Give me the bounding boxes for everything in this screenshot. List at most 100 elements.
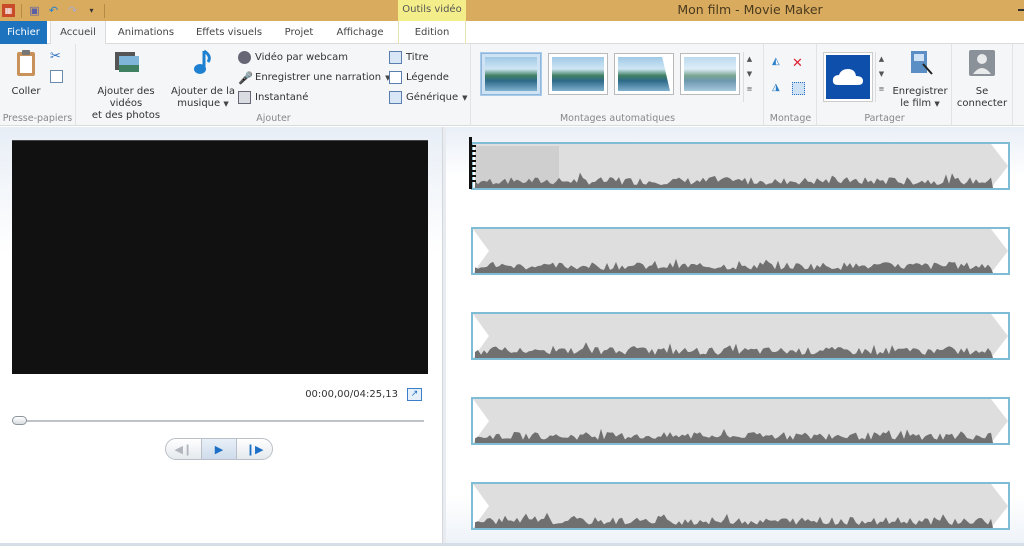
scroll-up-icon[interactable]: ▲	[876, 52, 887, 67]
group-label-automovie: Montages automatiques	[559, 113, 676, 124]
save-icon[interactable]: ▣	[28, 4, 41, 17]
ribbon-tabs: Fichier Accueil Animations Effets visuel…	[0, 21, 1024, 45]
previous-frame-icon: ◀❙	[174, 442, 193, 456]
cloud-icon	[832, 69, 863, 85]
music-note-icon	[194, 49, 211, 74]
audio-clip-track[interactable]	[471, 482, 1010, 530]
sign-in-label-1: Se	[975, 86, 989, 97]
timecode: 00:00,00/04:25,13	[305, 389, 398, 400]
group-signin: Se connecter	[953, 44, 1013, 126]
redo-icon[interactable]: ↷	[66, 4, 79, 17]
group-editing: ◭ ✕ ◮ Montage	[765, 44, 817, 126]
expand-arrow-icon: ↗	[410, 389, 419, 399]
snapshot-button[interactable]: Instantané	[238, 91, 308, 104]
audio-clip-track[interactable]	[471, 397, 1010, 445]
onedrive-button[interactable]	[823, 52, 873, 102]
seek-thumb[interactable]	[12, 416, 27, 425]
group-label-add: Ajouter	[256, 113, 291, 124]
playback-controls: ◀❙ ▶ ❙▶	[165, 438, 273, 460]
snapshot-icon	[238, 91, 251, 104]
tab-accueil[interactable]: Accueil	[50, 21, 106, 45]
qat-separator	[104, 3, 105, 18]
playhead-ticks	[472, 145, 476, 185]
group-label-share: Partager	[864, 113, 905, 124]
automovie-theme-4[interactable]	[680, 53, 740, 95]
scroll-down-icon[interactable]: ▼	[744, 67, 755, 82]
add-videos-label-1: Ajouter des vidéos	[97, 86, 155, 109]
select-all-button[interactable]	[792, 82, 805, 95]
add-music-button[interactable]: Ajouter de la musique ▼	[170, 48, 236, 110]
automovie-theme-3[interactable]	[614, 53, 674, 95]
title-label: Titre	[406, 52, 429, 63]
qat-separator	[21, 3, 22, 18]
tab-effets-visuels[interactable]: Effets visuels	[188, 21, 270, 44]
add-music-label-1: Ajouter de la	[170, 86, 236, 97]
sign-in-label-2: connecter	[956, 98, 1008, 109]
credits-icon	[389, 91, 402, 104]
automovie-theme-2[interactable]	[548, 53, 608, 95]
remove-button[interactable]: ✕	[792, 56, 805, 71]
tab-animations[interactable]: Animations	[110, 21, 182, 44]
share-scroll[interactable]: ▲ ▼ ≡	[875, 52, 887, 102]
add-music-label-2: musique	[177, 98, 221, 109]
gallery-scroll[interactable]: ▲ ▼ ≡	[743, 52, 755, 102]
title-icon	[389, 51, 402, 64]
group-share: ▲ ▼ ≡ Enregistrer le film ▼ Partager	[818, 44, 952, 126]
microphone-icon: 🎤	[238, 71, 253, 85]
cut-button[interactable]: ✂	[50, 49, 63, 64]
audio-clip-track[interactable]	[471, 312, 1010, 360]
play-button[interactable]: ▶	[200, 439, 238, 459]
next-frame-button[interactable]: ❙▶	[237, 439, 272, 459]
tab-edition[interactable]: Edition	[398, 21, 466, 44]
video-preview[interactable]	[12, 140, 428, 374]
sign-in-button[interactable]: Se connecter	[953, 48, 1011, 110]
credits-button[interactable]: Générique ▼	[389, 91, 468, 104]
title-button[interactable]: Titre	[389, 51, 429, 64]
paste-button[interactable]: Coller	[6, 48, 46, 98]
gallery-expand-icon[interactable]: ≡	[744, 82, 755, 97]
webcam-icon	[238, 51, 251, 64]
tab-affichage[interactable]: Affichage	[328, 21, 392, 44]
previous-frame-button[interactable]: ◀❙	[166, 439, 201, 459]
copy-button[interactable]	[50, 70, 63, 83]
group-add: Ajouter des vidéos et des photos Ajouter…	[77, 44, 471, 126]
save-movie-label-2: le film	[900, 98, 932, 109]
customize-qat-icon[interactable]: ▾	[85, 4, 98, 17]
tab-fichier[interactable]: Fichier	[0, 21, 47, 44]
ribbon: Coller ✂ Presse-papiers Ajouter des vidé…	[0, 44, 1024, 126]
group-label-editing: Montage	[769, 113, 812, 124]
audio-clip-track[interactable]	[471, 142, 1010, 190]
rotate-left-icon: ◭	[772, 56, 780, 67]
undo-icon[interactable]: ↶	[47, 4, 60, 17]
webcam-label: Vidéo par webcam	[255, 52, 349, 63]
automovie-gallery	[480, 51, 741, 101]
add-videos-photos-button[interactable]: Ajouter des vidéos et des photos	[80, 48, 172, 122]
caption-button[interactable]: Légende	[389, 71, 449, 84]
rotate-right-button[interactable]: ◮	[772, 82, 785, 95]
fullscreen-button[interactable]: ↗	[407, 388, 422, 401]
minimize-button[interactable]	[1018, 9, 1024, 11]
audio-clip-track[interactable]	[471, 227, 1010, 275]
seek-bar[interactable]	[12, 420, 424, 422]
app-icon[interactable]: ▦	[2, 4, 15, 17]
scissors-icon: ✂	[50, 49, 61, 64]
dropdown-arrow-icon: ▼	[223, 100, 229, 108]
gallery-expand-icon[interactable]: ≡	[876, 82, 887, 97]
rotate-left-button[interactable]: ◭	[772, 56, 785, 69]
film-photo-icon	[115, 52, 139, 72]
webcam-video-button[interactable]: Vidéo par webcam	[238, 51, 348, 64]
group-label-clipboard: Presse-papiers	[2, 113, 73, 124]
quick-access-toolbar: ▦ ▣ ↶ ↷ ▾	[0, 0, 105, 21]
automovie-theme-1[interactable]	[480, 52, 542, 96]
save-movie-button[interactable]: Enregistrer le film ▼	[888, 48, 952, 110]
record-narration-button[interactable]: 🎤 Enregistrer une narration ▼	[238, 71, 390, 85]
next-frame-icon: ❙▶	[245, 442, 264, 456]
scroll-up-icon[interactable]: ▲	[744, 52, 755, 67]
scroll-down-icon[interactable]: ▼	[876, 67, 887, 82]
dropdown-arrow-icon: ▼	[934, 100, 940, 108]
select-all-icon	[792, 82, 805, 95]
narration-label: Enregistrer une narration	[255, 72, 382, 83]
tab-projet[interactable]: Projet	[276, 21, 322, 44]
group-clipboard: Coller ✂ Presse-papiers	[0, 44, 76, 126]
contextual-tab-group-label: Outils vidéo	[398, 0, 466, 21]
